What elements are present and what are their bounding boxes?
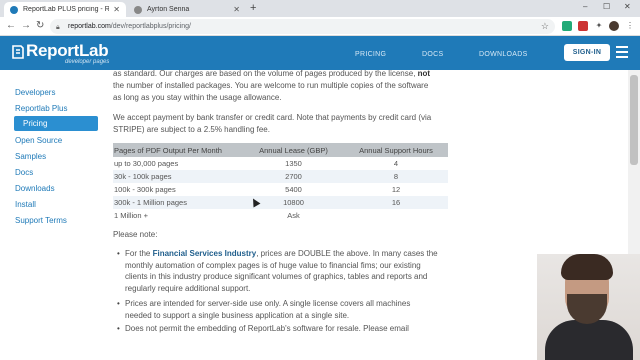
- pricing-paragraph: as standard. Our charges are based on th…: [113, 69, 431, 78]
- sidebar-item-install[interactable]: Install: [15, 200, 36, 209]
- list-item: Prices are intended for server-side use …: [117, 298, 440, 321]
- browser-tab-bar: ReportLab PLUS pricing - Report ✕ Ayrton…: [0, 0, 640, 17]
- table-cell: 2700: [243, 170, 343, 183]
- maximize-button[interactable]: ☐: [603, 2, 610, 11]
- address-bar[interactable]: 🔒︎ reportlab.com/dev/reportlabplus/prici…: [50, 19, 555, 34]
- scrollbar-thumb[interactable]: [630, 75, 638, 165]
- table-header-row: Pages of PDF Output Per Month Annual Lea…: [113, 143, 448, 157]
- reload-icon[interactable]: ↻: [36, 20, 44, 32]
- extension-icon[interactable]: [562, 21, 572, 31]
- table-cell: Ask: [243, 209, 343, 222]
- sidebar-item-docs[interactable]: Docs: [15, 168, 33, 177]
- list-item: For the Financial Services Industry, pri…: [117, 248, 440, 294]
- close-window-button[interactable]: ✕: [624, 2, 631, 11]
- close-tab-icon[interactable]: ✕: [233, 5, 240, 14]
- site-logo[interactable]: ReportLab: [26, 41, 109, 61]
- reportlab-favicon-icon: [10, 5, 18, 14]
- column-header: Annual Lease (GBP): [243, 143, 343, 157]
- table-cell: 4: [343, 157, 448, 170]
- new-tab-button[interactable]: +: [250, 2, 256, 14]
- back-arrow-icon[interactable]: ←: [6, 20, 16, 32]
- sidebar-item-downloads[interactable]: Downloads: [15, 184, 55, 193]
- table-row: 1 Million + Ask: [113, 209, 448, 222]
- webcam-overlay: [537, 254, 640, 360]
- site-logo-subtitle: developer pages: [65, 59, 110, 65]
- sidebar-item-reportlab-plus[interactable]: Reportlab Plus: [15, 104, 67, 113]
- minimize-button[interactable]: –: [583, 2, 587, 11]
- pricing-table: Pages of PDF Output Per Month Annual Lea…: [113, 143, 448, 222]
- wikipedia-favicon-icon: [134, 5, 142, 14]
- table-cell: 30k - 100k pages: [113, 170, 243, 183]
- table-cell: 1 Million +: [113, 209, 243, 222]
- bookmark-star-icon[interactable]: ☆: [541, 21, 549, 32]
- table-cell: 300k - 1 Million pages: [113, 196, 243, 209]
- browser-tab-active[interactable]: ReportLab PLUS pricing - Report ✕: [4, 2, 126, 17]
- site-header: ReportLab developer pages PRICING DOCS D…: [0, 36, 640, 70]
- url-host: reportlab.com: [68, 23, 111, 30]
- column-header: Annual Support Hours: [343, 143, 448, 157]
- lock-icon: 🔒︎: [56, 23, 60, 31]
- column-header: Pages of PDF Output Per Month: [113, 143, 243, 157]
- presenter-body: [545, 320, 633, 360]
- reportlab-logo-icon: [12, 45, 24, 59]
- table-cell: 12: [343, 183, 448, 196]
- table-row: 30k - 100k pages 2700 8: [113, 170, 448, 183]
- table-row: 300k - 1 Million pages 10800 16: [113, 196, 448, 209]
- profile-avatar[interactable]: [609, 21, 619, 31]
- hamburger-menu-icon[interactable]: [616, 46, 628, 61]
- tab-title: ReportLab PLUS pricing - Report: [23, 6, 110, 13]
- tab-title: Ayrton Senna: [147, 6, 190, 13]
- payment-paragraph: We accept payment by bank transfer or cr…: [113, 113, 432, 122]
- close-tab-icon[interactable]: ✕: [113, 5, 120, 14]
- presenter-hair: [561, 254, 613, 280]
- sidebar-item-support-terms[interactable]: Support Terms: [15, 216, 67, 225]
- sidebar-item-pricing[interactable]: Pricing: [14, 116, 98, 131]
- table-row: up to 30,000 pages 1350 4: [113, 157, 448, 170]
- sign-in-button[interactable]: SIGN-IN: [564, 44, 610, 61]
- pricing-paragraph-line: the number of installed packages. You ar…: [113, 81, 429, 90]
- browser-tab[interactable]: Ayrton Senna ✕: [128, 2, 246, 17]
- nav-pricing[interactable]: PRICING: [355, 51, 386, 58]
- table-cell: [343, 209, 448, 222]
- list-item: Does not permit the embedding of ReportL…: [117, 323, 440, 335]
- nav-docs[interactable]: DOCS: [422, 51, 443, 58]
- nav-downloads[interactable]: DOWNLOADS: [479, 51, 528, 58]
- please-note-label: Please note:: [113, 230, 158, 239]
- extension-icon[interactable]: [578, 21, 588, 31]
- forward-arrow-icon[interactable]: →: [21, 20, 31, 32]
- pricing-paragraph-line: as long as you stay within the usage all…: [113, 93, 282, 102]
- table-cell: 100k - 300k pages: [113, 183, 243, 196]
- menu-kebab-icon[interactable]: ⋮: [625, 21, 635, 31]
- sidebar-item-open-source[interactable]: Open Source: [15, 136, 62, 145]
- table-cell: up to 30,000 pages: [113, 157, 243, 170]
- table-cell: 8: [343, 170, 448, 183]
- table-row: 100k - 300k pages 5400 12: [113, 183, 448, 196]
- table-cell: 1350: [243, 157, 343, 170]
- payment-paragraph-line: STRIPE) are subject to a 2.5% handling f…: [113, 125, 270, 134]
- url-path: /dev/reportlabplus/pricing/: [110, 23, 191, 30]
- browser-toolbar: ← → ↻ 🔒︎ reportlab.com/dev/reportlabplus…: [0, 17, 640, 36]
- sidebar-item-developers[interactable]: Developers: [15, 88, 55, 97]
- puzzle-extensions-icon[interactable]: ✦: [594, 21, 604, 31]
- sidebar-item-samples[interactable]: Samples: [15, 152, 46, 161]
- table-cell: 5400: [243, 183, 343, 196]
- table-cell: 16: [343, 196, 448, 209]
